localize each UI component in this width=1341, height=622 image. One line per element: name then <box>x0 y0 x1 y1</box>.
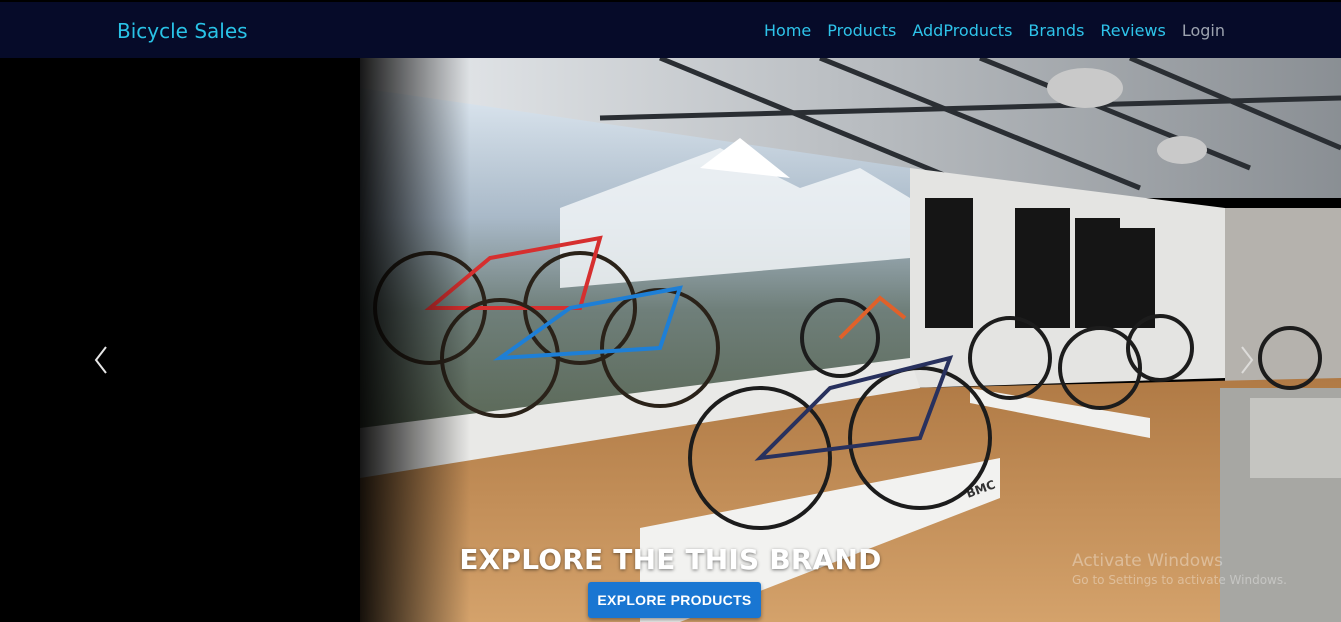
top-navbar: Bicycle Sales Home Products AddProducts … <box>0 2 1341 58</box>
chevron-right-icon <box>1241 346 1254 374</box>
carousel-prev-button[interactable] <box>90 343 112 377</box>
brand-logo-link[interactable]: Bicycle Sales <box>117 19 248 43</box>
watermark-subtitle: Go to Settings to activate Windows. <box>1072 573 1287 587</box>
nav-link-home[interactable]: Home <box>764 21 811 40</box>
chevron-left-icon <box>94 346 107 374</box>
hero-carousel: BMC EXPLORE THE THIS BRAND EXPLORE PRODU… <box>0 58 1341 622</box>
nav-link-reviews[interactable]: Reviews <box>1100 21 1165 40</box>
carousel-next-button[interactable] <box>1236 343 1258 377</box>
watermark-title: Activate Windows <box>1072 551 1223 571</box>
hero-dark-overlay <box>0 58 470 622</box>
activate-windows-watermark: Activate Windows Go to Settings to activ… <box>1072 551 1287 587</box>
nav-link-products[interactable]: Products <box>827 21 896 40</box>
nav-link-addproducts[interactable]: AddProducts <box>912 21 1012 40</box>
explore-products-button[interactable]: EXPLORE PRODUCTS <box>588 582 761 618</box>
nav-links: Home Products AddProducts Brands Reviews… <box>764 21 1225 40</box>
nav-link-brands[interactable]: Brands <box>1028 21 1084 40</box>
nav-link-login[interactable]: Login <box>1182 21 1225 40</box>
